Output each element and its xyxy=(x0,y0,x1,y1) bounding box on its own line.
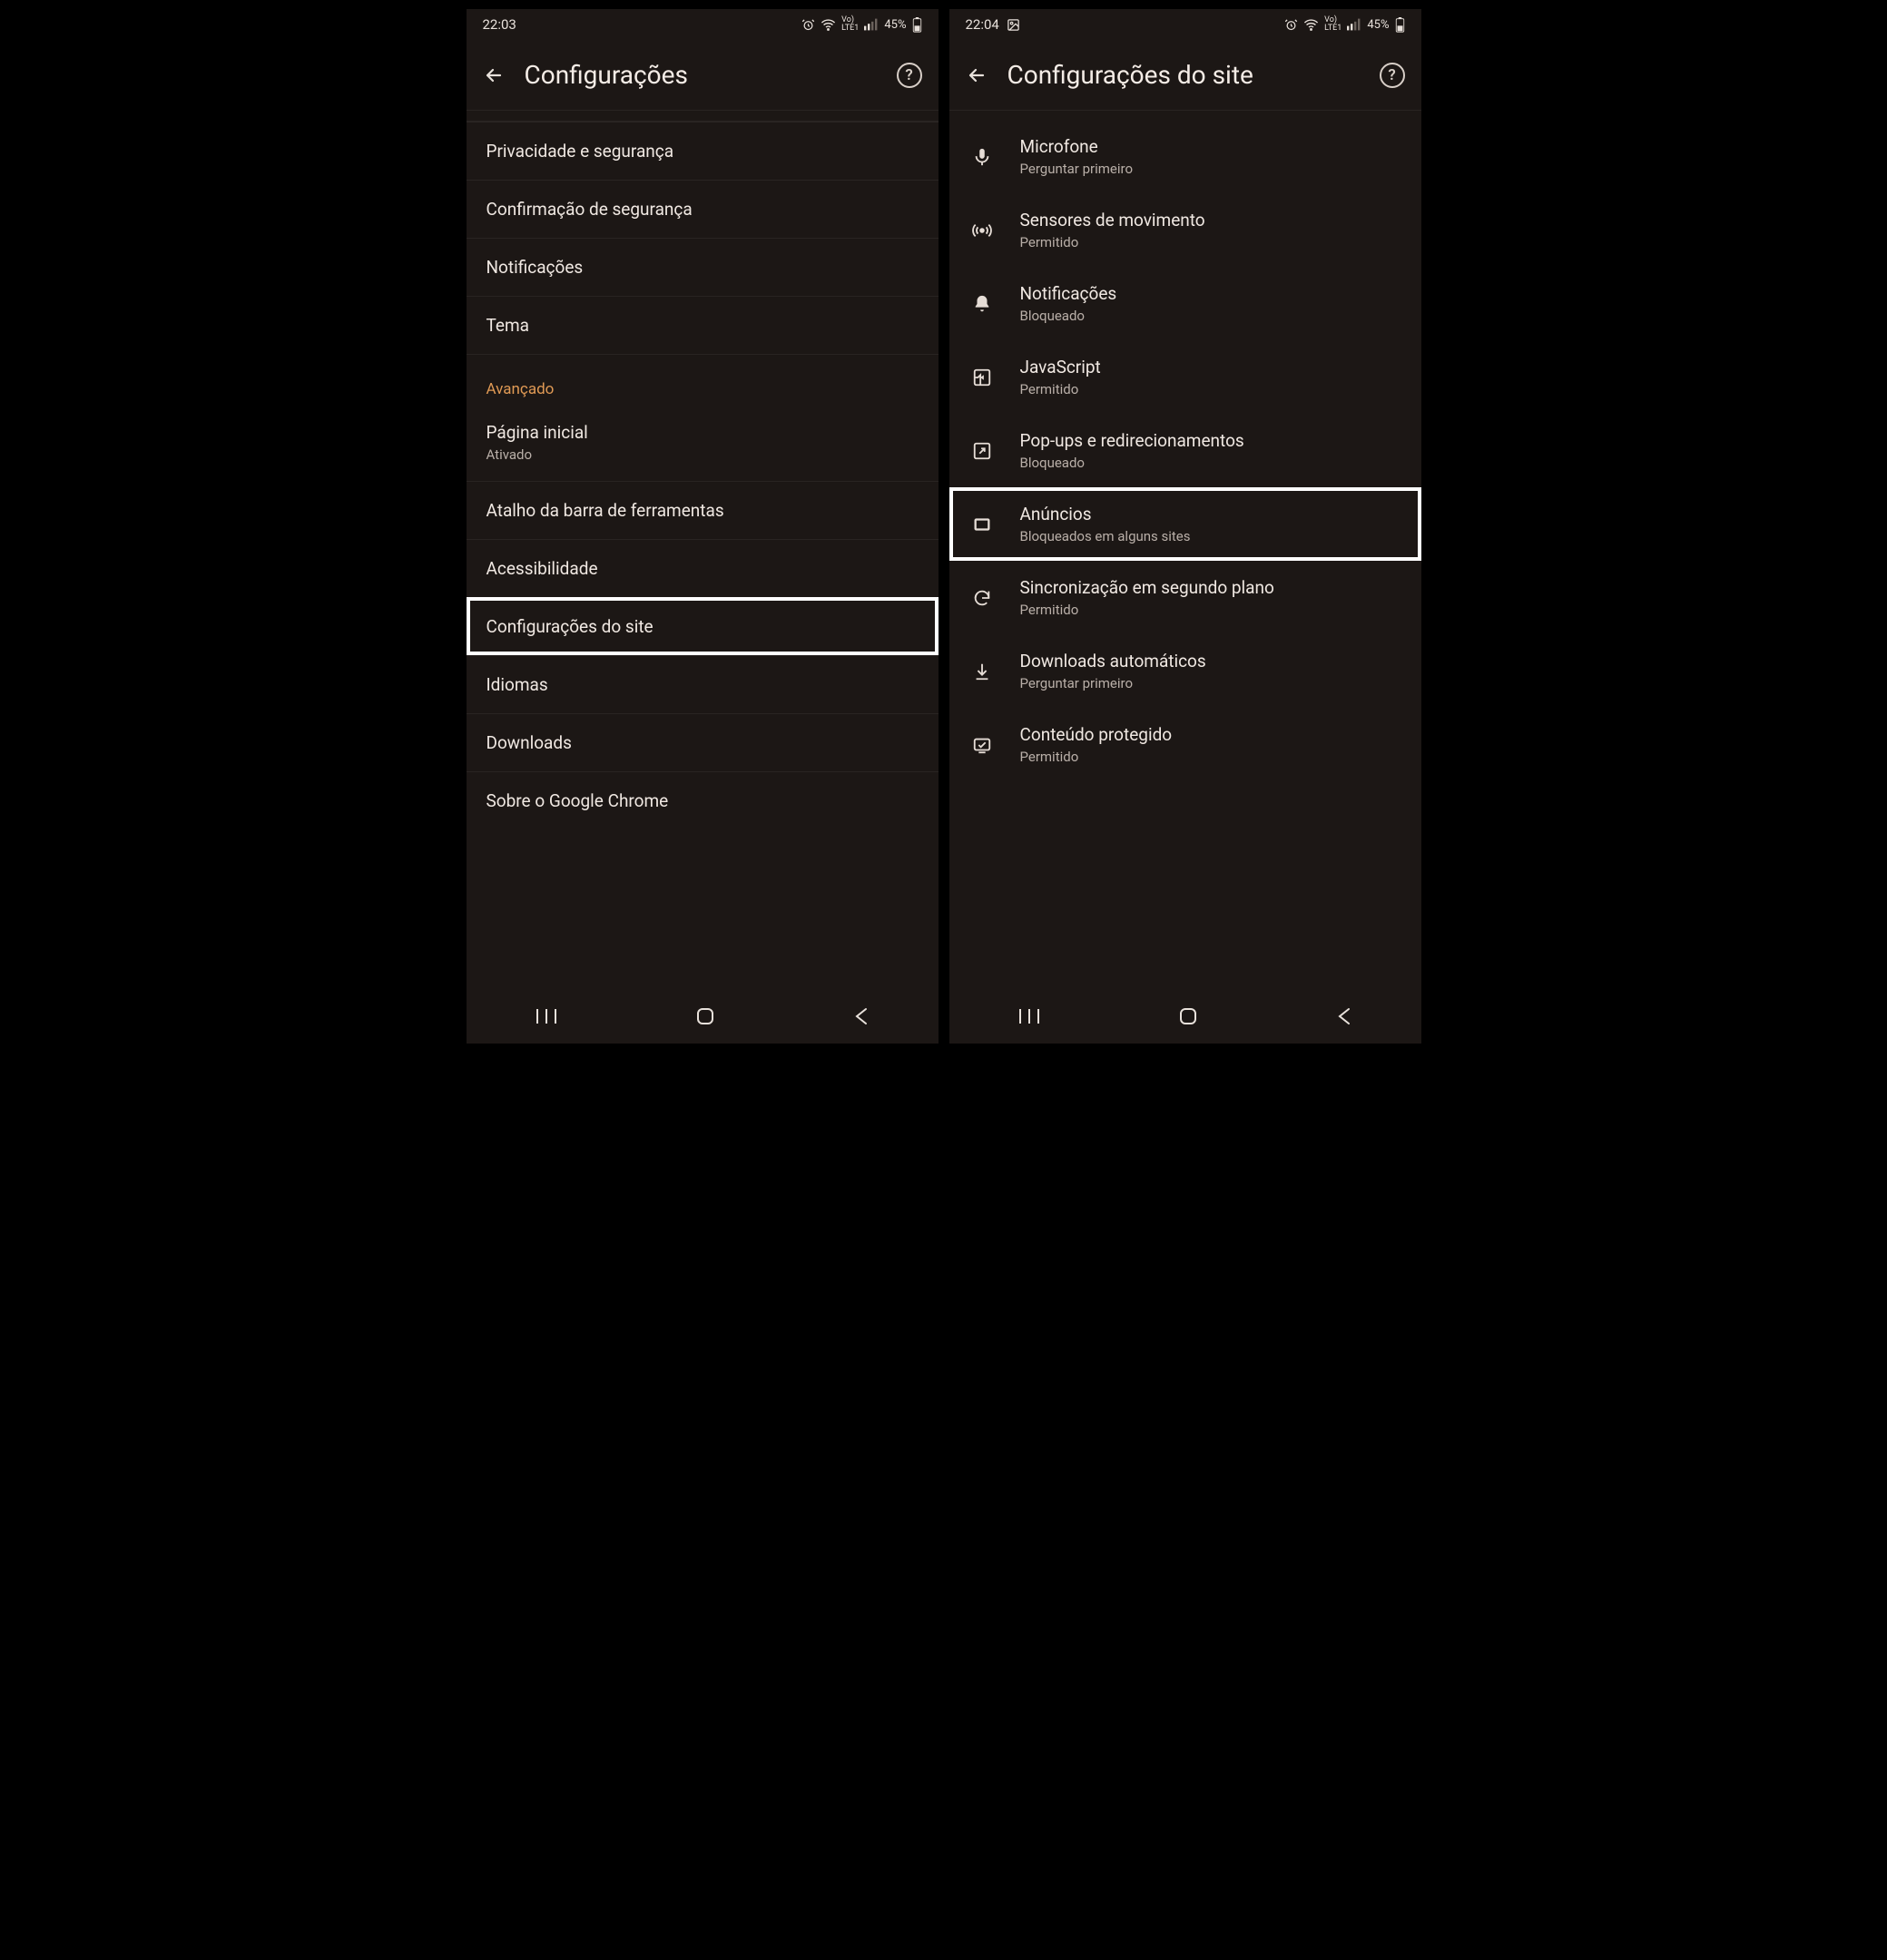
status-bar: 22:03 Vo)LTE1 45% xyxy=(467,9,939,40)
wifi-icon xyxy=(1303,17,1319,33)
content: Microfone Perguntar primeiro Sensores de… xyxy=(949,111,1421,993)
battery-icon xyxy=(1395,17,1405,33)
truncated-top xyxy=(467,111,939,122)
row-label: Downloads automáticos xyxy=(1020,651,1206,671)
nav-bar xyxy=(467,993,939,1044)
battery-text: 45% xyxy=(1367,18,1389,32)
row-label: Notificações xyxy=(486,257,919,278)
row-label: Downloads xyxy=(486,732,919,753)
nav-recents[interactable] xyxy=(1017,1007,1041,1029)
row-motion-sensors[interactable]: Sensores de movimento Permitido xyxy=(949,193,1421,267)
nav-back[interactable] xyxy=(853,1006,870,1030)
row-homepage[interactable]: Página inicial Ativado xyxy=(467,404,939,481)
row-safety-check[interactable]: Confirmação de segurança xyxy=(467,180,939,238)
row-theme[interactable]: Tema xyxy=(467,296,939,354)
nav-home[interactable] xyxy=(694,1005,716,1031)
sync-icon xyxy=(969,588,995,608)
row-privacy[interactable]: Privacidade e segurança xyxy=(467,122,939,180)
back-icon[interactable] xyxy=(483,64,505,86)
signal-icon xyxy=(864,18,879,31)
row-label: Tema xyxy=(486,315,919,336)
row-label: Acessibilidade xyxy=(486,558,919,579)
js-icon xyxy=(969,368,995,387)
row-languages[interactable]: Idiomas xyxy=(467,655,939,713)
phone-right: 22:04 Vo)LTE1 45% Configurações do site … xyxy=(949,9,1421,1044)
row-label: Conteúdo protegido xyxy=(1020,724,1173,745)
page-title: Configurações do site xyxy=(1007,60,1360,90)
row-sub: Bloqueado xyxy=(1020,308,1117,324)
image-icon xyxy=(1007,18,1020,32)
row-label: JavaScript xyxy=(1020,357,1101,377)
row-about[interactable]: Sobre o Google Chrome xyxy=(467,771,939,829)
volte-icon: Vo)LTE1 xyxy=(841,16,859,33)
app-bar: Configurações ? xyxy=(467,40,939,111)
status-time: 22:03 xyxy=(483,16,516,33)
help-button[interactable]: ? xyxy=(1380,63,1405,88)
row-protected-content[interactable]: Conteúdo protegido Permitido xyxy=(949,708,1421,781)
nav-recents[interactable] xyxy=(535,1007,558,1029)
bell-icon xyxy=(969,294,995,314)
row-label: Confirmação de segurança xyxy=(486,199,919,220)
row-label: Idiomas xyxy=(486,674,919,695)
alarm-icon xyxy=(801,18,815,32)
row-sub: Bloqueados em alguns sites xyxy=(1020,528,1191,544)
page-title: Configurações xyxy=(525,60,877,90)
row-accessibility[interactable]: Acessibilidade xyxy=(467,539,939,597)
volte-icon: Vo)LTE1 xyxy=(1324,16,1342,33)
row-sub: Bloqueado xyxy=(1020,455,1244,471)
alarm-icon xyxy=(1284,18,1298,32)
row-label: Microfone xyxy=(1020,136,1134,157)
status-time: 22:04 xyxy=(966,16,999,33)
row-sub: Perguntar primeiro xyxy=(1020,675,1206,691)
phone-left: 22:03 Vo)LTE1 45% Configurações ? Privac… xyxy=(467,9,939,1044)
row-site-settings[interactable]: Configurações do site xyxy=(467,597,939,655)
row-label: Anúncios xyxy=(1020,504,1191,524)
row-toolbar-shortcut[interactable]: Atalho da barra de ferramentas xyxy=(467,481,939,539)
download-icon xyxy=(969,662,995,681)
ads-icon xyxy=(969,514,995,534)
row-microphone[interactable]: Microfone Perguntar primeiro xyxy=(949,120,1421,193)
row-auto-downloads[interactable]: Downloads automáticos Perguntar primeiro xyxy=(949,634,1421,708)
mic-icon xyxy=(969,147,995,167)
signal-icon xyxy=(1347,18,1361,31)
section-advanced: Avançado xyxy=(467,354,939,404)
app-bar: Configurações do site ? xyxy=(949,40,1421,111)
row-downloads[interactable]: Downloads xyxy=(467,713,939,771)
row-sub: Permitido xyxy=(1020,381,1101,397)
row-label: Sensores de movimento xyxy=(1020,210,1205,230)
row-label: Página inicial xyxy=(486,422,919,443)
popup-icon xyxy=(969,441,995,461)
row-label: Notificações xyxy=(1020,283,1117,304)
battery-icon xyxy=(912,17,922,33)
protected-icon xyxy=(969,735,995,755)
row-sub: Permitido xyxy=(1020,749,1173,765)
row-notifications[interactable]: Notificações Bloqueado xyxy=(949,267,1421,340)
content: Privacidade e segurança Confirmação de s… xyxy=(467,111,939,993)
row-notifications[interactable]: Notificações xyxy=(467,238,939,296)
help-button[interactable]: ? xyxy=(897,63,922,88)
row-label: Sobre o Google Chrome xyxy=(486,790,919,811)
row-javascript[interactable]: JavaScript Permitido xyxy=(949,340,1421,414)
row-label: Sincronização em segundo plano xyxy=(1020,577,1274,598)
row-sub: Ativado xyxy=(486,446,919,463)
battery-text: 45% xyxy=(884,18,906,32)
status-bar: 22:04 Vo)LTE1 45% xyxy=(949,9,1421,40)
nav-back[interactable] xyxy=(1336,1006,1352,1030)
nav-home[interactable] xyxy=(1177,1005,1199,1031)
row-sub: Permitido xyxy=(1020,234,1205,250)
row-label: Atalho da barra de ferramentas xyxy=(486,500,919,521)
row-label: Privacidade e segurança xyxy=(486,141,919,162)
nav-bar xyxy=(949,993,1421,1044)
back-icon[interactable] xyxy=(966,64,988,86)
row-sub: Permitido xyxy=(1020,602,1274,618)
row-ads[interactable]: Anúncios Bloqueados em alguns sites xyxy=(949,487,1421,561)
row-sub: Perguntar primeiro xyxy=(1020,161,1134,177)
row-popups[interactable]: Pop-ups e redirecionamentos Bloqueado xyxy=(949,414,1421,487)
row-label: Configurações do site xyxy=(486,616,919,637)
row-label: Pop-ups e redirecionamentos xyxy=(1020,430,1244,451)
motion-icon xyxy=(969,220,995,240)
wifi-icon xyxy=(821,17,836,33)
row-background-sync[interactable]: Sincronização em segundo plano Permitido xyxy=(949,561,1421,634)
